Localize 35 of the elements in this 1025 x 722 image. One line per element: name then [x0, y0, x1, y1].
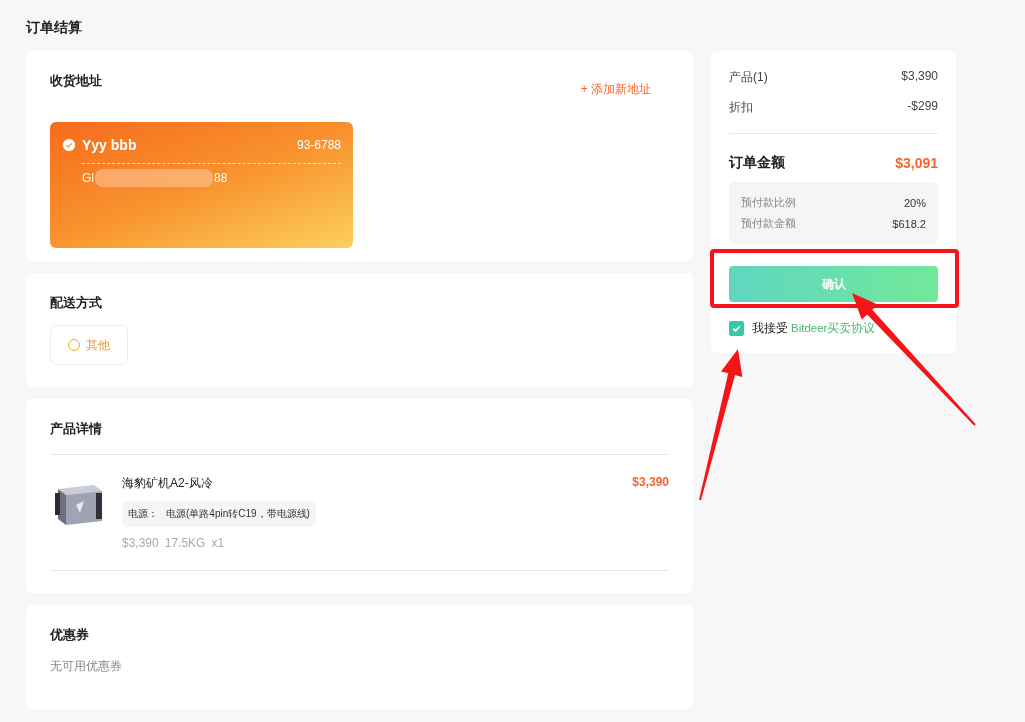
- prepay-value: $618.2: [892, 217, 926, 230]
- address-text: 88: [214, 171, 228, 185]
- address-card[interactable]: Yyy bbb 93-6788 Gl 88: [50, 122, 353, 248]
- prepay-label: 预付款金额: [741, 216, 796, 231]
- unit-price: $3,390: [122, 536, 159, 550]
- delivery-option[interactable]: 其他: [50, 325, 128, 365]
- total-label: 订单金额: [729, 154, 785, 172]
- address-text: Gl: [82, 171, 94, 185]
- weight-text: 17.5KG: [164, 536, 206, 550]
- recipient-name: Yyy bbb: [82, 137, 138, 153]
- check-icon: [62, 138, 76, 152]
- checkbox[interactable]: [729, 321, 744, 336]
- product-price: $3,390: [632, 475, 669, 491]
- agreement-link[interactable]: Bitdeer买卖协议: [791, 321, 876, 336]
- summary-value: $3,390: [901, 69, 938, 85]
- section-title: 产品详情: [50, 421, 103, 437]
- summary-label: 折扣: [729, 99, 753, 116]
- agreement-text: 我接受: [752, 321, 788, 336]
- spec-value: 电源(单路4pin转C19，带电源线): [166, 507, 310, 521]
- prepay-value: 20%: [903, 196, 926, 209]
- summary-label: 产品(1): [729, 69, 768, 86]
- prepay-label: 预付款比例: [741, 195, 796, 210]
- product-name: 海豹矿机A2-风冷: [122, 475, 213, 492]
- phone-number: 93-6788: [296, 138, 341, 152]
- summary-value: -$299: [907, 99, 938, 115]
- total-amount: $3,091: [895, 155, 938, 171]
- section-title: 配送方式: [50, 295, 103, 311]
- quantity-text: x1: [211, 536, 225, 550]
- section-title: 收货地址: [50, 73, 102, 89]
- empty-message: 无可用优惠券: [50, 658, 123, 675]
- spec-label: 电源：: [128, 507, 158, 521]
- section-title: 优惠券: [50, 627, 90, 643]
- confirm-button[interactable]: 确认: [729, 266, 938, 302]
- add-address-link[interactable]: + 添加新地址: [580, 81, 651, 98]
- page-title: 订单结算: [26, 18, 83, 37]
